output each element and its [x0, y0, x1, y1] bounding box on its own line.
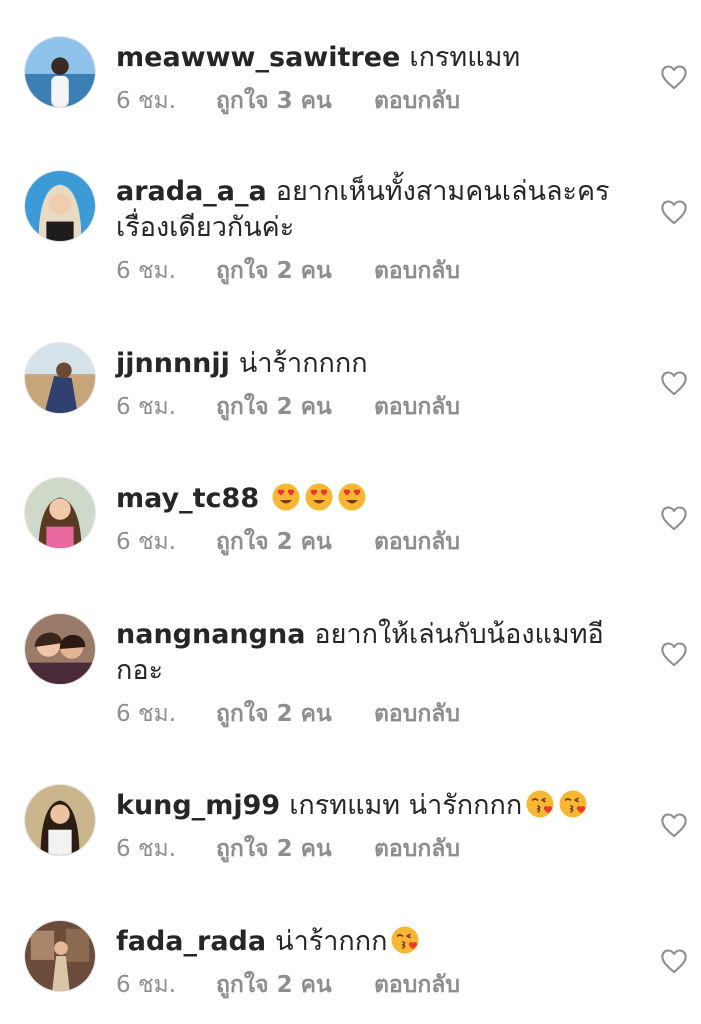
- comment-text: เกรทแมท น่ารักกกก: [289, 790, 523, 821]
- comment-time: 6 ชม.: [116, 394, 177, 420]
- heart-eyes-emoji: [337, 482, 367, 512]
- comment-likes[interactable]: ถูกใจ 2 คน: [216, 392, 374, 422]
- comment-likes[interactable]: ถูกใจ 2 คน: [216, 699, 374, 729]
- avatar[interactable]: [24, 613, 96, 685]
- avatar[interactable]: [24, 36, 96, 108]
- comment-text: น่าร้ากกกก: [238, 348, 368, 379]
- reply-button[interactable]: ตอบกลับ: [374, 392, 460, 422]
- comment-username[interactable]: jjnnnnjj: [116, 348, 230, 379]
- comment-username[interactable]: meawww_sawitree: [116, 42, 400, 73]
- comment-likes[interactable]: ถูกใจ 2 คน: [216, 970, 374, 1000]
- comments-list: meawww_sawitree เกรทแมท 6 ชม. ถูกใจ 3 คน ตอ…: [0, 0, 701, 1024]
- heart-outline-icon[interactable]: [660, 199, 688, 225]
- comment-likes[interactable]: ถูกใจ 2 คน: [216, 527, 374, 557]
- comment-time: 6 ชม.: [116, 701, 177, 727]
- comment-text: น่าร้ากกก: [275, 926, 388, 957]
- comment-text: เกรทแมท: [409, 42, 521, 73]
- heart-eyes-emoji: [271, 482, 301, 512]
- heart-outline-icon[interactable]: [660, 641, 688, 667]
- comment-username[interactable]: arada_a_a: [116, 176, 267, 207]
- comment-username[interactable]: nangnangna: [116, 619, 305, 650]
- comment-username[interactable]: fada_rada: [116, 926, 266, 957]
- avatar[interactable]: [24, 170, 96, 242]
- reply-button[interactable]: ตอบกลับ: [374, 834, 460, 864]
- avatar[interactable]: [24, 920, 96, 992]
- comment-time: 6 ชม.: [116, 836, 177, 862]
- reply-button[interactable]: ตอบกลับ: [374, 86, 460, 116]
- comment-time: 6 ชม.: [116, 972, 177, 998]
- avatar[interactable]: [24, 784, 96, 856]
- kissing-heart-emoji: [525, 789, 555, 819]
- comment-likes[interactable]: ถูกใจ 2 คน: [216, 834, 374, 864]
- reply-button[interactable]: ตอบกลับ: [374, 256, 460, 286]
- heart-outline-icon[interactable]: [660, 812, 688, 838]
- comment-likes[interactable]: ถูกใจ 2 คน: [216, 256, 374, 286]
- kissing-heart-emoji: [558, 789, 588, 819]
- reply-button[interactable]: ตอบกลับ: [374, 527, 460, 557]
- kissing-heart-emoji: [390, 925, 420, 955]
- avatar[interactable]: [24, 477, 96, 549]
- heart-outline-icon[interactable]: [660, 505, 688, 531]
- comment-username[interactable]: may_tc88: [116, 483, 259, 514]
- comment-time: 6 ชม.: [116, 88, 177, 114]
- comment-likes[interactable]: ถูกใจ 3 คน: [216, 86, 374, 116]
- heart-outline-icon[interactable]: [660, 948, 688, 974]
- comment-time: 6 ชม.: [116, 258, 177, 284]
- comment-username[interactable]: kung_mj99: [116, 790, 280, 821]
- avatar[interactable]: [24, 342, 96, 414]
- reply-button[interactable]: ตอบกลับ: [374, 699, 460, 729]
- reply-button[interactable]: ตอบกลับ: [374, 970, 460, 1000]
- heart-outline-icon[interactable]: [660, 370, 688, 396]
- heart-outline-icon[interactable]: [660, 64, 688, 90]
- heart-eyes-emoji: [304, 482, 334, 512]
- comment-time: 6 ชม.: [116, 529, 177, 555]
